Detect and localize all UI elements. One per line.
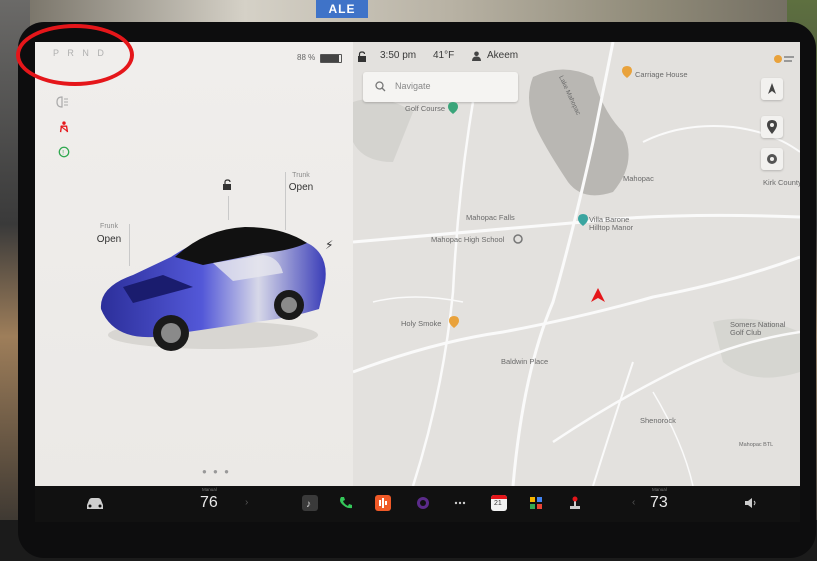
gear-icon [767,154,777,164]
current-location-arrow-icon [591,288,605,302]
driver-temperature[interactable]: 76 [200,494,218,512]
map-label-mahopac-btl: Mahopac BTL [739,442,774,448]
media-player-app-icon[interactable] [375,495,391,511]
toybox-app-icon[interactable] [528,495,544,511]
driver-profile-name[interactable]: Akeem [487,50,518,61]
calendar-day: 21 [494,500,502,507]
passenger-temp-down-chevron-icon[interactable]: ‹ [632,497,635,508]
page-indicator-dots: ● ● ● [202,467,231,476]
map-label-golf-course: Golf Course [405,104,446,113]
battery-percent: 88 % [297,53,316,62]
camera-app-icon[interactable] [415,495,431,511]
search-icon [375,81,386,92]
passenger-temperature[interactable]: 73 [650,494,668,512]
map-settings-button[interactable] [761,148,783,170]
driver-profile-icon[interactable] [472,51,481,61]
charge-port-icon[interactable]: ⚡ [325,238,333,252]
driver-climate-label: Manual [202,487,217,492]
map-label-kirk-county: Kirk County [763,178,800,187]
headlight-icon[interactable] [55,96,69,108]
touchscreen: P R N D ! 88 % Trunk Open Frunk Open ⚡ ●… [35,42,800,486]
map-label-holy-smoke: Holy Smoke [401,319,442,328]
vehicle-illustration [100,227,326,351]
lock-icon[interactable] [222,179,236,191]
vehicle-panel: P R N D ! 88 % Trunk Open Frunk Open ⚡ ●… [35,42,353,486]
seatbelt-warning-icon [59,121,69,133]
phone-app-icon[interactable] [338,495,354,511]
unlocked-icon[interactable] [357,51,367,62]
venue-pin-icon[interactable] [578,214,588,226]
location-pin-icon [767,120,777,134]
svg-text:!: ! [62,151,64,157]
volume-icon[interactable] [745,498,757,508]
school-pin-icon[interactable] [513,234,523,244]
svg-text:♪: ♪ [306,499,311,510]
trunk-open-button[interactable]: Open [283,182,319,193]
driver-temp-up-chevron-icon[interactable]: › [245,497,248,508]
music-app-icon[interactable]: ♪ [302,495,318,511]
map-orientation-button[interactable] [761,78,783,100]
holy-smoke-pin-icon[interactable] [449,316,459,328]
calendar-app-icon[interactable]: 21 [491,495,507,511]
map-label-mahopac-falls: Mahopac Falls [466,213,515,222]
traction-control-icon: ! [58,146,70,158]
map-label-shenorock: Shenorock [640,416,676,425]
trunk-label: Trunk [292,172,310,179]
outside-temperature: 41°F [433,50,455,61]
map-label-mahopac: Mahopac [623,174,654,183]
navigate-placeholder: Navigate [395,81,431,91]
annotation-circle [16,24,134,86]
top-status-bar: 3:50 pm 41°F Akeem [353,42,800,72]
bottom-dock: Manual 76 › ♪ 21 ‹ Manual 73 [35,486,800,522]
joystick-app-icon[interactable] [567,495,583,511]
map-label-somers-national: Somers National Golf Club [730,320,786,337]
map-label-villa-barone: Villa Barone Hilltop Manor [589,215,634,232]
battery-fill [321,55,339,62]
map-pin-button[interactable] [761,116,783,138]
map-label-mahopac-high-school: Mahopac High School [431,235,505,244]
compass-icon [768,83,776,94]
map-view[interactable]: Navigate Golf Course Carriage House Lake… [353,42,800,486]
battery-icon [320,54,342,63]
car-icon[interactable] [85,498,105,510]
map-label-baldwin-place: Baldwin Place [501,357,549,366]
golf-pin-icon[interactable] [448,102,458,114]
street-sign: ALE [316,0,368,18]
passenger-climate-label: Manual [652,487,667,492]
navigate-search-box[interactable]: Navigate [363,72,518,102]
more-apps-icon[interactable] [452,495,468,511]
clock: 3:50 pm [380,50,417,61]
